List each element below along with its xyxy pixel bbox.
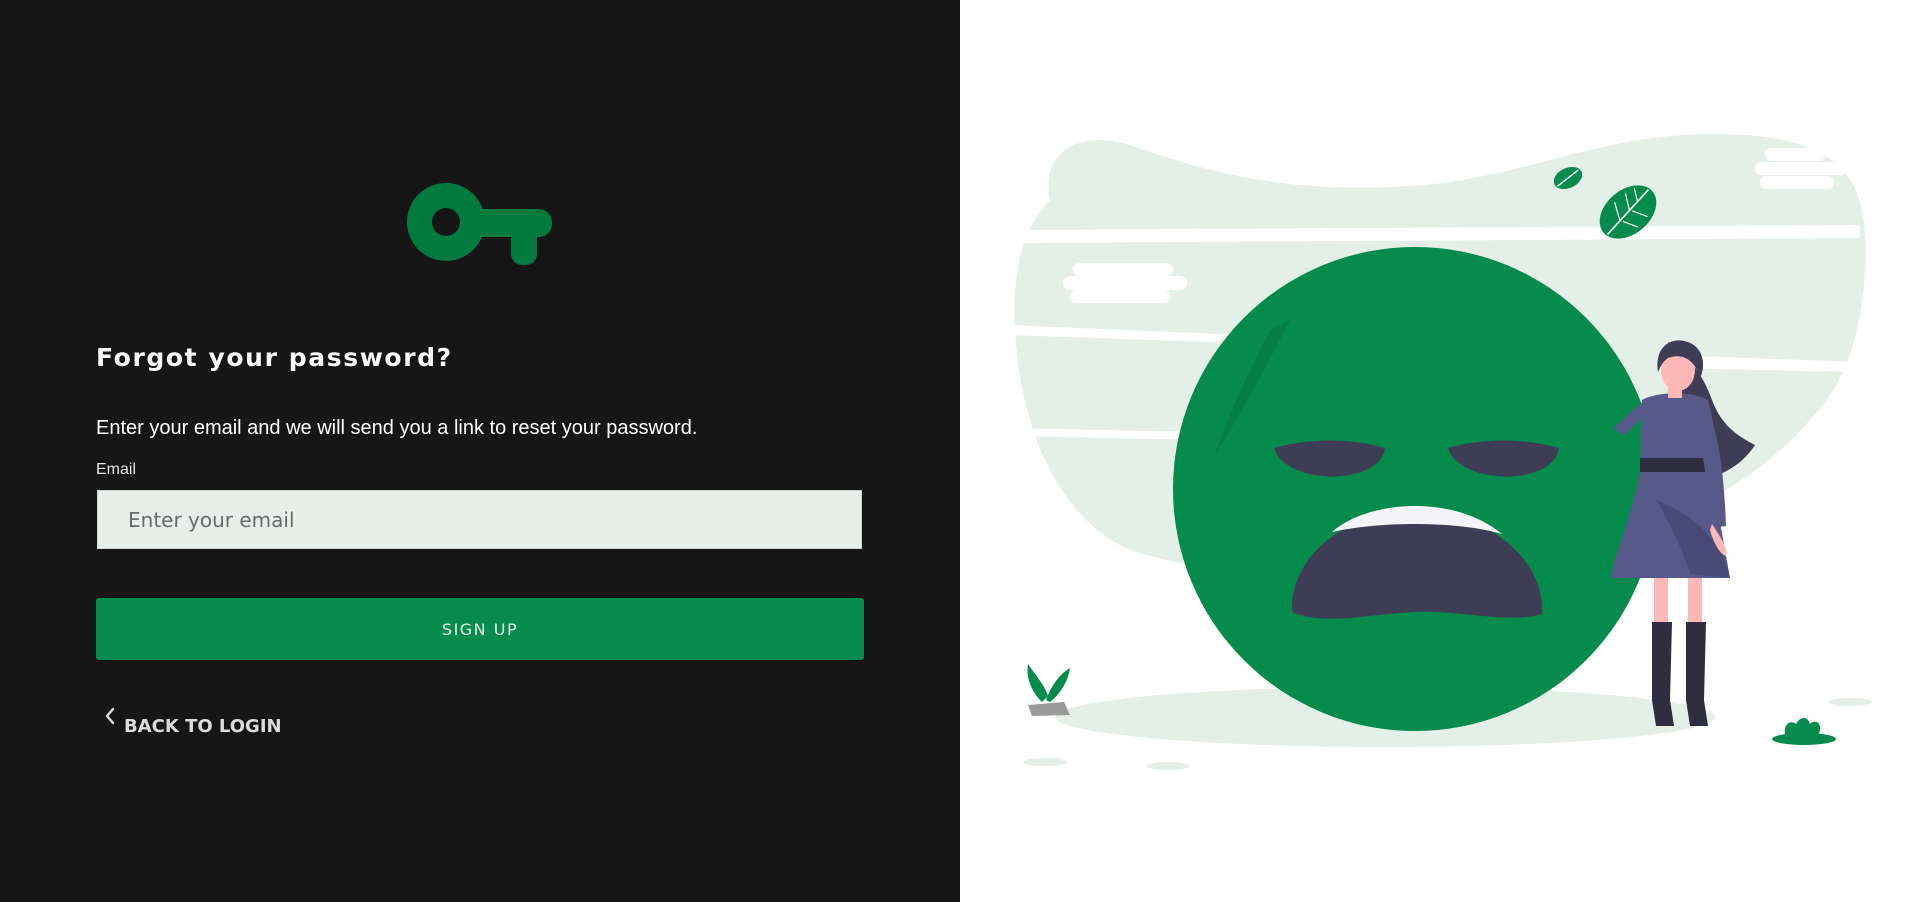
email-input[interactable]: [97, 490, 862, 549]
back-to-login-label: BACK TO LOGIN: [124, 716, 282, 737]
sad-face-illustration: [1010, 133, 1872, 770]
email-label: Email: [96, 461, 137, 478]
page-title: Forgot your password?: [96, 343, 453, 372]
form-panel: Forgot your password? Enter your email a…: [0, 0, 960, 902]
chevron-left-icon: [105, 707, 115, 725]
forgot-password-page: Forgot your password? Enter your email a…: [0, 0, 1920, 902]
sign-up-button[interactable]: SIGN UP: [96, 598, 864, 660]
back-to-login-link[interactable]: BACK TO LOGIN: [104, 707, 282, 737]
illustration-panel: [960, 0, 1920, 902]
instructions-text: Enter your email and we will send you a …: [96, 417, 698, 439]
key-icon: [407, 183, 552, 265]
